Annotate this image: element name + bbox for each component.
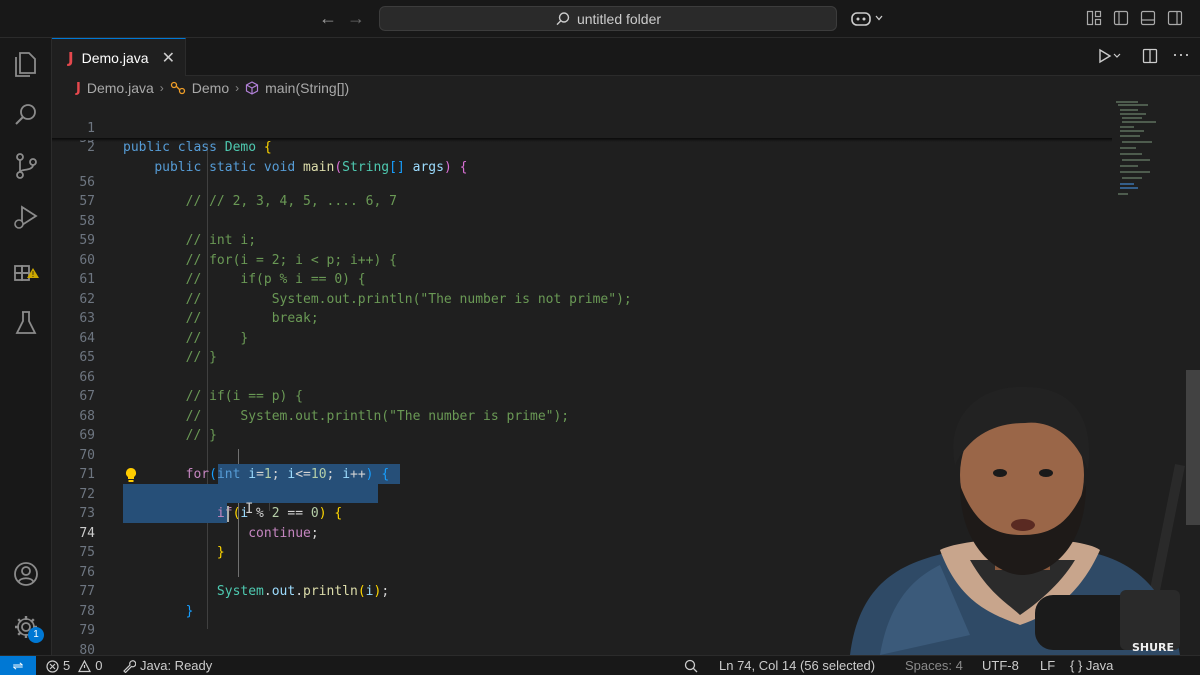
line-number: 55 bbox=[52, 140, 95, 148]
status-bar: ⇌ 5 0 Java: Ready Ln 74, Col 14 (56 sele… bbox=[0, 655, 1200, 675]
close-icon[interactable]: ✕ bbox=[162, 48, 175, 68]
code-line: 65 bbox=[52, 329, 1112, 365]
run-java-icon[interactable] bbox=[1098, 48, 1122, 68]
customize-layout-icon[interactable] bbox=[1086, 10, 1102, 31]
tab-label: Demo.java bbox=[81, 49, 149, 66]
workspace-name: untitled folder bbox=[576, 10, 662, 27]
breadcrumb: J Demo.java › Demo › main(String[]) bbox=[52, 77, 1200, 99]
remote-icon[interactable]: ⇌ bbox=[0, 656, 36, 675]
search-icon[interactable] bbox=[10, 99, 42, 131]
chevron-right-icon: › bbox=[159, 81, 164, 95]
minimap[interactable] bbox=[1114, 99, 1174, 204]
breadcrumb-class[interactable]: Demo bbox=[192, 80, 229, 96]
extensions-icon[interactable]: ! bbox=[10, 254, 42, 286]
code-line: 64 // } bbox=[52, 309, 1112, 366]
zoom-icon[interactable] bbox=[684, 656, 698, 675]
chevron-right-icon: › bbox=[235, 81, 240, 95]
text-cursor bbox=[227, 506, 229, 522]
java-status-label: Java: Ready bbox=[140, 658, 213, 673]
testing-icon[interactable] bbox=[10, 307, 42, 339]
tab-demo-java[interactable]: J Demo.java ✕ bbox=[52, 38, 186, 76]
code-line: 55 bbox=[52, 140, 1112, 148]
code-line: 63 // } bbox=[52, 290, 1112, 346]
warning-icon bbox=[78, 659, 92, 672]
source-control-icon[interactable] bbox=[10, 150, 42, 182]
java-file-icon: J bbox=[68, 48, 74, 67]
method-icon bbox=[246, 81, 259, 95]
language-mode[interactable]: { } Java bbox=[1070, 656, 1113, 675]
toggle-primary-sidebar-icon[interactable] bbox=[1113, 10, 1129, 31]
code-line: 1 public class Demo { bbox=[52, 99, 1112, 156]
end-of-line[interactable]: LF bbox=[1040, 656, 1055, 675]
presenter-webcam-overlay: SHURE bbox=[820, 375, 1200, 655]
mouse-ibeam-icon: I bbox=[245, 501, 254, 517]
error-icon bbox=[46, 659, 59, 673]
code-line: 2 public static void main(String[] args)… bbox=[52, 119, 1112, 175]
breadcrumb-file[interactable]: Demo.java bbox=[87, 80, 154, 96]
toggle-panel-icon[interactable] bbox=[1140, 10, 1156, 31]
wrench-braces-icon bbox=[123, 659, 136, 673]
svg-text:!: ! bbox=[31, 270, 34, 279]
accounts-icon[interactable] bbox=[10, 558, 42, 590]
code-line: 66 // if(i == p) { bbox=[52, 348, 1112, 405]
update-badge: 1 bbox=[28, 627, 44, 643]
problems-indicator[interactable]: 5 0 bbox=[46, 656, 102, 675]
tab-bar: J Demo.java ✕ ··· bbox=[52, 38, 1200, 76]
code-line: 56 // // 2, 3, 4, 5, .... 6, 7 bbox=[52, 153, 1112, 210]
title-bar: ← → untitled folder bbox=[0, 0, 1200, 38]
command-center[interactable]: untitled folder bbox=[379, 6, 837, 31]
split-editor-icon[interactable] bbox=[1142, 48, 1158, 68]
code-line: 62 // break; bbox=[52, 270, 1112, 327]
breadcrumb-method[interactable]: main(String[]) bbox=[265, 80, 349, 96]
chevron-down-icon bbox=[875, 15, 883, 21]
encoding[interactable]: UTF-8 bbox=[982, 656, 1019, 675]
arrow-left-icon[interactable]: ← bbox=[318, 8, 338, 28]
class-icon bbox=[170, 81, 185, 95]
more-actions-icon[interactable]: ··· bbox=[1172, 44, 1190, 65]
java-file-icon: J bbox=[76, 80, 81, 96]
code-line: 61 // System.out.println("The number is … bbox=[52, 251, 1112, 307]
search-icon bbox=[556, 11, 570, 25]
activity-bar: ! bbox=[0, 38, 52, 655]
warning-count: 0 bbox=[95, 658, 103, 673]
toggle-secondary-sidebar-icon[interactable] bbox=[1167, 10, 1183, 31]
copilot-icon[interactable] bbox=[850, 9, 884, 27]
error-count: 5 bbox=[63, 658, 71, 673]
code-line: 59 // for(i = 2; i < p; i++) { bbox=[52, 212, 1112, 268]
arrow-right-icon[interactable]: → bbox=[346, 8, 366, 28]
svg-text:SHURE: SHURE bbox=[1132, 641, 1174, 654]
explorer-icon[interactable] bbox=[10, 48, 42, 80]
run-debug-icon[interactable] bbox=[10, 201, 42, 233]
indentation[interactable]: Spaces: 4 bbox=[905, 656, 963, 675]
code-line: 58 // int i; bbox=[52, 192, 1112, 249]
cursor-position[interactable]: Ln 74, Col 14 (56 selected) bbox=[719, 656, 875, 675]
java-status[interactable]: Java: Ready bbox=[122, 656, 212, 675]
code-line: 57 bbox=[52, 173, 1112, 209]
lightbulb-icon[interactable] bbox=[124, 467, 138, 483]
code-line: 60 // if(p % i == 0) { bbox=[52, 231, 1112, 288]
